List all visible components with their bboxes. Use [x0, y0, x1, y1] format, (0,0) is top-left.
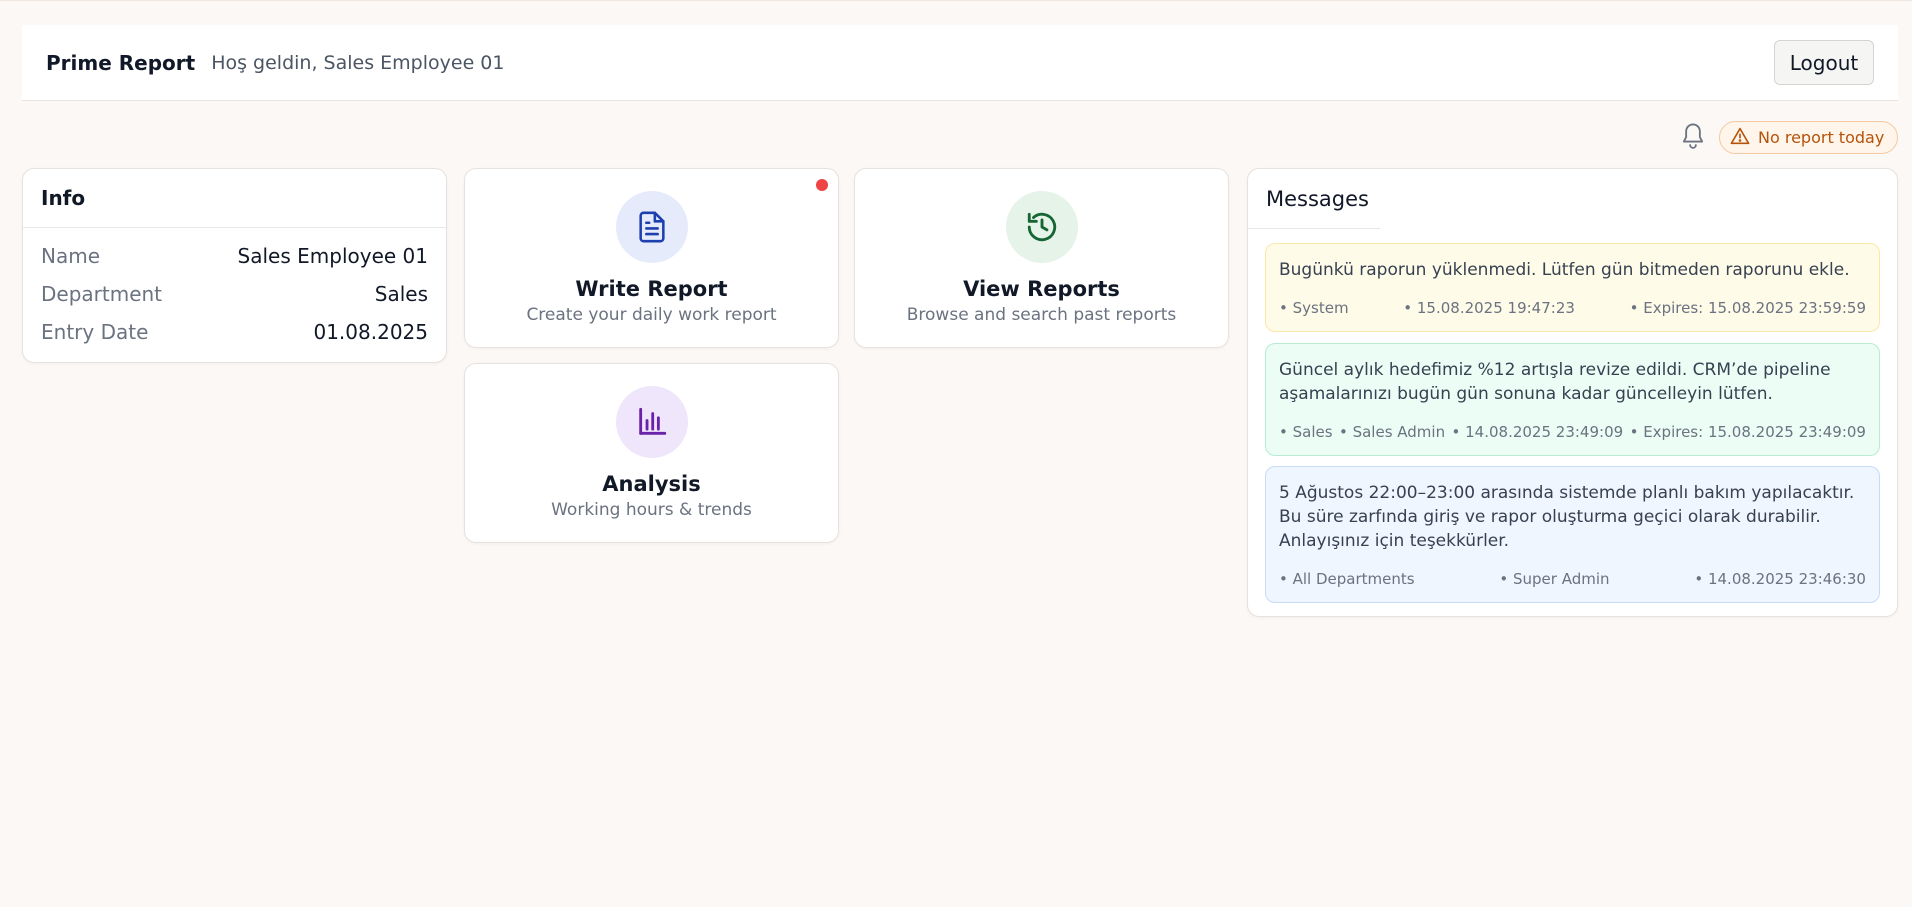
analysis-title: Analysis — [602, 472, 701, 496]
info-label: Department — [41, 282, 163, 306]
top-bar: Prime Report Hoş geldin, Sales Employee … — [22, 25, 1898, 101]
warning-text: No report today — [1758, 128, 1885, 147]
notification-dot — [816, 179, 828, 191]
message-text: 5 Ağustos 22:00–23:00 arasında sistemde … — [1279, 483, 1855, 551]
message-department: • Sales — [1279, 423, 1333, 441]
analysis-card[interactable]: Analysis Working hours & trends — [464, 363, 839, 543]
message-item[interactable]: 5 Ağustos 22:00–23:00 arasında sistemde … — [1265, 466, 1880, 603]
info-row-entry-date: Entry Date 01.08.2025 — [23, 313, 446, 351]
message-meta: • All Departments • Super Admin • 14.08.… — [1279, 570, 1866, 588]
welcome-text: Hoş geldin, Sales Employee 01 — [211, 51, 505, 74]
tab-messages[interactable]: Messages — [1248, 169, 1380, 229]
analysis-subtitle: Working hours & trends — [551, 500, 752, 520]
write-report-title: Write Report — [575, 277, 728, 301]
message-sender: • System — [1279, 299, 1349, 317]
message-meta: • Sales • Sales Admin • 14.08.2025 23:49… — [1279, 423, 1866, 441]
info-label: Entry Date — [41, 320, 149, 344]
message-timestamp: • 15.08.2025 19:47:23 — [1403, 299, 1575, 317]
view-reports-card[interactable]: View Reports Browse and search past repo… — [854, 168, 1229, 348]
message-expiry: • Expires: 15.08.2025 23:49:09 — [1629, 423, 1866, 441]
app-brand: Prime Report — [46, 50, 196, 75]
view-reports-subtitle: Browse and search past reports — [906, 305, 1177, 325]
info-card: Info Name Sales Employee 01 Department S… — [22, 168, 447, 363]
info-title: Info — [23, 169, 446, 228]
info-row-department: Department Sales — [23, 275, 446, 313]
logout-button[interactable]: Logout — [1774, 40, 1874, 85]
info-value: Sales Employee 01 — [237, 244, 428, 268]
view-reports-title: View Reports — [963, 277, 1120, 301]
bell-icon[interactable] — [1679, 121, 1707, 153]
message-department: • All Departments — [1279, 570, 1415, 588]
document-icon — [615, 191, 688, 263]
write-report-card[interactable]: Write Report Create your daily work repo… — [464, 168, 839, 348]
info-value: Sales — [374, 282, 428, 306]
message-timestamp: • 14.08.2025 23:49:09 — [1451, 423, 1624, 441]
warning-triangle-icon — [1730, 127, 1750, 149]
message-item[interactable]: Bugünkü raporun yüklenmedi. Lütfen gün b… — [1265, 243, 1880, 332]
bar-chart-icon — [615, 386, 688, 458]
message-text: Güncel aylık hedefimiz %12 artışla reviz… — [1279, 360, 1831, 404]
message-text: Bugünkü raporun yüklenmedi. Lütfen gün b… — [1279, 260, 1850, 280]
message-item[interactable]: Güncel aylık hedefimiz %12 artışla reviz… — [1265, 343, 1880, 456]
history-icon — [1005, 191, 1078, 263]
info-row-name: Name Sales Employee 01 — [23, 237, 446, 275]
message-sender: • Super Admin — [1499, 570, 1610, 588]
info-value: 01.08.2025 — [313, 320, 428, 344]
messages-panel: Messages Bugünkü raporun yüklenmedi. Lüt… — [1247, 168, 1898, 617]
message-timestamp: • 14.08.2025 23:46:30 — [1694, 570, 1866, 588]
message-sender: • Sales Admin — [1338, 423, 1446, 441]
message-expiry: • Expires: 15.08.2025 23:59:59 — [1629, 299, 1866, 317]
write-report-subtitle: Create your daily work report — [526, 305, 777, 325]
no-report-badge: No report today — [1719, 121, 1898, 154]
message-meta: • System • 15.08.2025 19:47:23 • Expires… — [1279, 299, 1866, 317]
info-label: Name — [41, 244, 101, 268]
